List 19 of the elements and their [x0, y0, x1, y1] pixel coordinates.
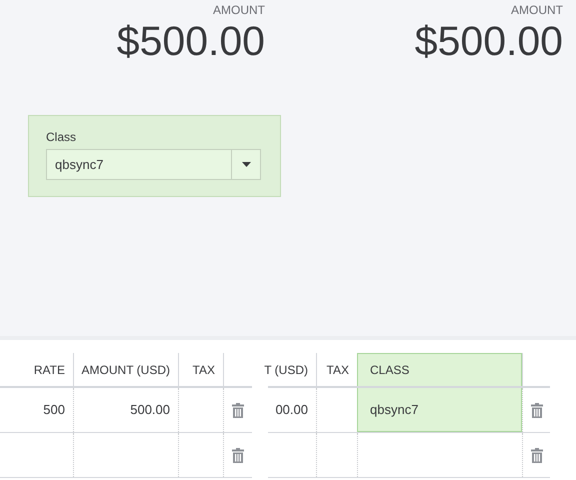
column-header: CLASS	[357, 353, 522, 386]
column-header: TAX	[178, 353, 223, 386]
table-cell: 500.00	[73, 388, 178, 432]
amount-label: AMOUNT	[511, 2, 563, 18]
trash-icon[interactable]	[530, 448, 542, 462]
amount-total: $500.00	[414, 18, 563, 64]
amount-total: $500.00	[116, 18, 265, 64]
amount-label: AMOUNT	[213, 2, 265, 18]
column-header: AMOUNT (USD)	[73, 353, 178, 386]
trash-icon[interactable]	[232, 448, 244, 462]
column-header: RATE	[32, 362, 66, 378]
table-cell-text: 500	[42, 401, 66, 420]
trash-icon[interactable]	[530, 402, 542, 418]
caret-icon	[242, 162, 250, 167]
table-cell-text: 00.00	[274, 401, 309, 420]
table-cell: qbsync7	[357, 388, 522, 432]
trash-icon[interactable]	[232, 402, 244, 418]
class-dropdown[interactable]: qbsync7	[46, 149, 261, 180]
field-label: Class	[46, 129, 78, 145]
